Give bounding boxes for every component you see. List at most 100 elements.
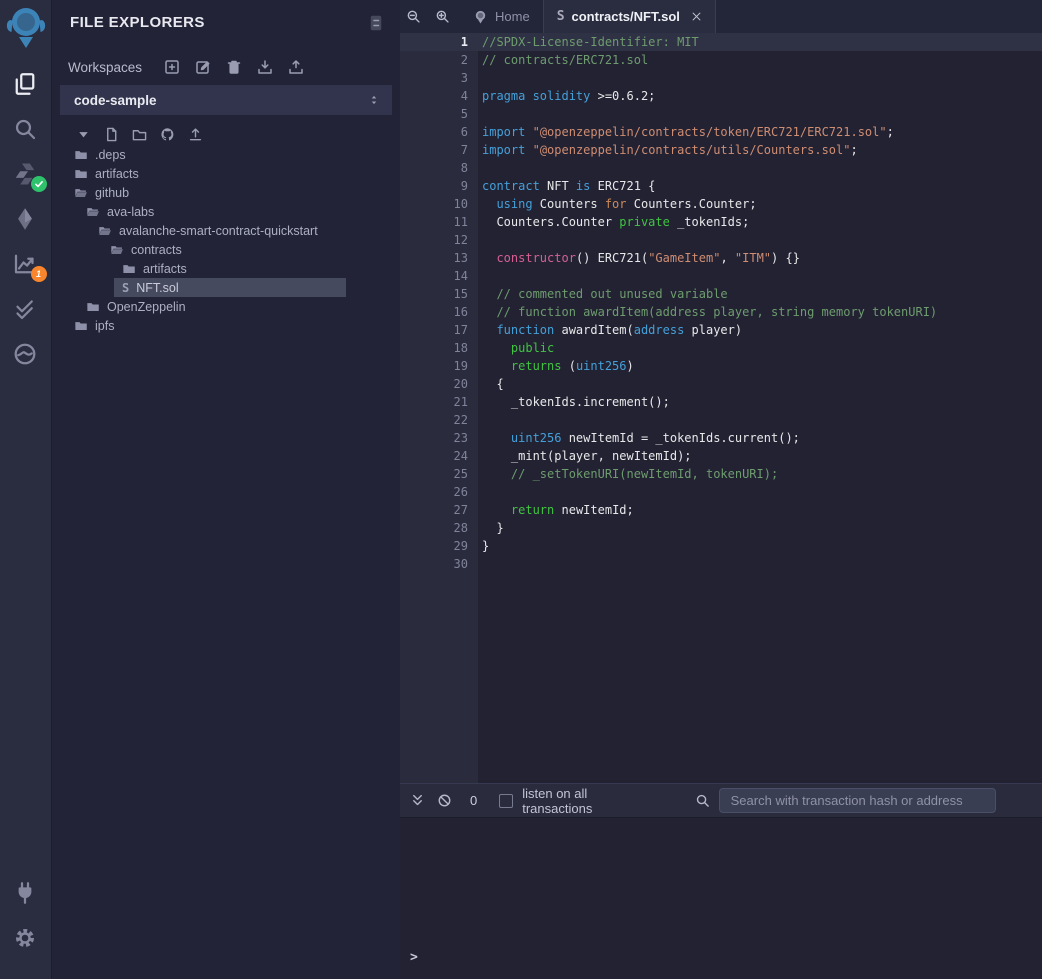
code-line-30[interactable]: 30 xyxy=(400,555,1042,573)
code-editor[interactable]: 1//SPDX-License-Identifier: MIT2// contr… xyxy=(400,33,1042,783)
tree-item-avalanche-smart-contract-quickstart[interactable]: avalanche-smart-contract-quickstart xyxy=(52,221,400,240)
tree-item-artifacts[interactable]: artifacts xyxy=(52,164,400,183)
code-line-1[interactable]: 1//SPDX-License-Identifier: MIT xyxy=(400,33,1042,51)
tree-item-label: avalanche-smart-contract-quickstart xyxy=(119,224,318,238)
line-content: constructor() ERC721("GameItem", "ITM") … xyxy=(478,249,800,267)
tree-item-label: OpenZeppelin xyxy=(107,300,186,314)
code-line-27[interactable]: 27 return newItemId; xyxy=(400,501,1042,519)
tree-item-contracts[interactable]: contracts xyxy=(52,240,400,259)
create-workspace-icon[interactable] xyxy=(164,59,180,75)
code-line-19[interactable]: 19 returns (uint256) xyxy=(400,357,1042,375)
listen-transactions-checkbox[interactable] xyxy=(499,794,513,808)
tree-item-label: artifacts xyxy=(95,167,139,181)
code-line-29[interactable]: 29} xyxy=(400,537,1042,555)
terminal-search-icon xyxy=(695,793,710,808)
publish-upload-icon[interactable] xyxy=(188,127,203,142)
code-line-8[interactable]: 8 xyxy=(400,159,1042,177)
line-number: 8 xyxy=(400,159,478,177)
workspace-select[interactable]: code-sample xyxy=(60,85,392,115)
line-number: 5 xyxy=(400,105,478,123)
close-tab-icon[interactable] xyxy=(691,11,702,22)
terminal-collapse-icon[interactable] xyxy=(410,793,425,808)
code-line-17[interactable]: 17 function awardItem(address player) xyxy=(400,321,1042,339)
code-line-15[interactable]: 15 // commented out unused variable xyxy=(400,285,1042,303)
new-file-icon[interactable] xyxy=(104,127,119,142)
remix-logo-icon[interactable] xyxy=(6,4,46,48)
line-number: 22 xyxy=(400,411,478,429)
terminal-toolbar: 0 listen on all transactions xyxy=(400,783,1042,817)
code-line-23[interactable]: 23 uint256 newItemId = _tokenIds.current… xyxy=(400,429,1042,447)
code-line-11[interactable]: 11 Counters.Counter private _tokenIds; xyxy=(400,213,1042,231)
zoom-out-icon[interactable] xyxy=(406,9,421,24)
tree-item-artifacts[interactable]: artifacts xyxy=(52,259,400,278)
tree-item-label: .deps xyxy=(95,148,126,162)
tree-item-nft-sol[interactable]: SNFT.sol xyxy=(52,278,400,297)
tree-item--deps[interactable]: .deps xyxy=(52,145,400,164)
code-line-5[interactable]: 5 xyxy=(400,105,1042,123)
code-line-22[interactable]: 22 xyxy=(400,411,1042,429)
rail-item-plugin-manager[interactable] xyxy=(13,881,39,907)
code-line-14[interactable]: 14 xyxy=(400,267,1042,285)
code-line-10[interactable]: 10 using Counters for Counters.Counter; xyxy=(400,195,1042,213)
clone-github-icon[interactable] xyxy=(160,127,175,142)
code-line-13[interactable]: 13 constructor() ERC721("GameItem", "ITM… xyxy=(400,249,1042,267)
tree-item-ava-labs[interactable]: ava-labs xyxy=(52,202,400,221)
code-line-6[interactable]: 6import "@openzeppelin/contracts/token/E… xyxy=(400,123,1042,141)
code-line-21[interactable]: 21 _tokenIds.increment(); xyxy=(400,393,1042,411)
code-line-12[interactable]: 12 xyxy=(400,231,1042,249)
tab-label: contracts/NFT.sol xyxy=(572,9,680,24)
collapse-tree-icon[interactable] xyxy=(76,127,91,142)
line-content: function awardItem(address player) xyxy=(478,321,742,339)
delete-workspace-icon[interactable] xyxy=(226,59,242,75)
upload-workspace-icon[interactable] xyxy=(288,59,304,75)
code-line-25[interactable]: 25 // _setTokenURI(newItemId, tokenURI); xyxy=(400,465,1042,483)
rail-item-solidity-compiler[interactable] xyxy=(13,162,39,188)
tree-item-ipfs[interactable]: ipfs xyxy=(52,316,400,335)
code-line-24[interactable]: 24 _mint(player, newItemId); xyxy=(400,447,1042,465)
tree-item-openzeppelin[interactable]: OpenZeppelin xyxy=(52,297,400,316)
code-line-3[interactable]: 3 xyxy=(400,69,1042,87)
rail-item-unit-testing[interactable] xyxy=(13,297,39,323)
folder-closed-icon xyxy=(74,167,88,181)
folder-open-icon xyxy=(86,205,100,219)
tab-home[interactable]: Home xyxy=(460,0,543,33)
line-content: // _setTokenURI(newItemId, tokenURI); xyxy=(478,465,778,483)
rail-item-plugin-circle[interactable] xyxy=(13,342,39,368)
code-line-28[interactable]: 28 } xyxy=(400,519,1042,537)
rail-item-deploy-run[interactable] xyxy=(13,207,39,233)
code-line-26[interactable]: 26 xyxy=(400,483,1042,501)
panel-title: FILE EXPLORERS xyxy=(70,14,205,31)
line-content: // commented out unused variable xyxy=(478,285,728,303)
terminal-prompt: > xyxy=(410,950,418,965)
rename-workspace-icon[interactable] xyxy=(195,59,211,75)
code-line-18[interactable]: 18 public xyxy=(400,339,1042,357)
code-line-20[interactable]: 20 { xyxy=(400,375,1042,393)
line-number: 19 xyxy=(400,357,478,375)
code-line-16[interactable]: 16 // function awardItem(address player,… xyxy=(400,303,1042,321)
line-number: 12 xyxy=(400,231,478,249)
folder-open-icon xyxy=(98,224,112,238)
tree-item-label: artifacts xyxy=(143,262,187,276)
rail-item-search[interactable] xyxy=(13,117,39,143)
code-line-9[interactable]: 9contract NFT is ERC721 { xyxy=(400,177,1042,195)
transaction-search-input[interactable] xyxy=(719,788,996,813)
code-line-2[interactable]: 2// contracts/ERC721.sol xyxy=(400,51,1042,69)
new-folder-icon[interactable] xyxy=(132,127,147,142)
line-content: import "@openzeppelin/contracts/token/ER… xyxy=(478,123,894,141)
rail-item-settings[interactable] xyxy=(13,926,39,952)
rail-item-analytics[interactable]: 1 xyxy=(13,252,39,278)
rail-item-file-explorer[interactable] xyxy=(13,72,39,98)
line-content xyxy=(478,411,482,429)
download-workspace-icon[interactable] xyxy=(257,59,273,75)
terminal-clear-icon[interactable] xyxy=(437,793,452,808)
tab-contracts-nft-sol[interactable]: Scontracts/NFT.sol xyxy=(543,0,716,33)
documentation-icon[interactable] xyxy=(368,15,384,31)
zoom-in-icon[interactable] xyxy=(435,9,450,24)
terminal-output[interactable]: > xyxy=(400,817,1042,979)
tree-item-github[interactable]: github xyxy=(52,183,400,202)
line-content: //SPDX-License-Identifier: MIT xyxy=(478,33,699,51)
line-content xyxy=(478,69,482,87)
select-arrows-icon xyxy=(368,94,380,106)
code-line-7[interactable]: 7import "@openzeppelin/contracts/utils/C… xyxy=(400,141,1042,159)
code-line-4[interactable]: 4pragma solidity >=0.6.2; xyxy=(400,87,1042,105)
